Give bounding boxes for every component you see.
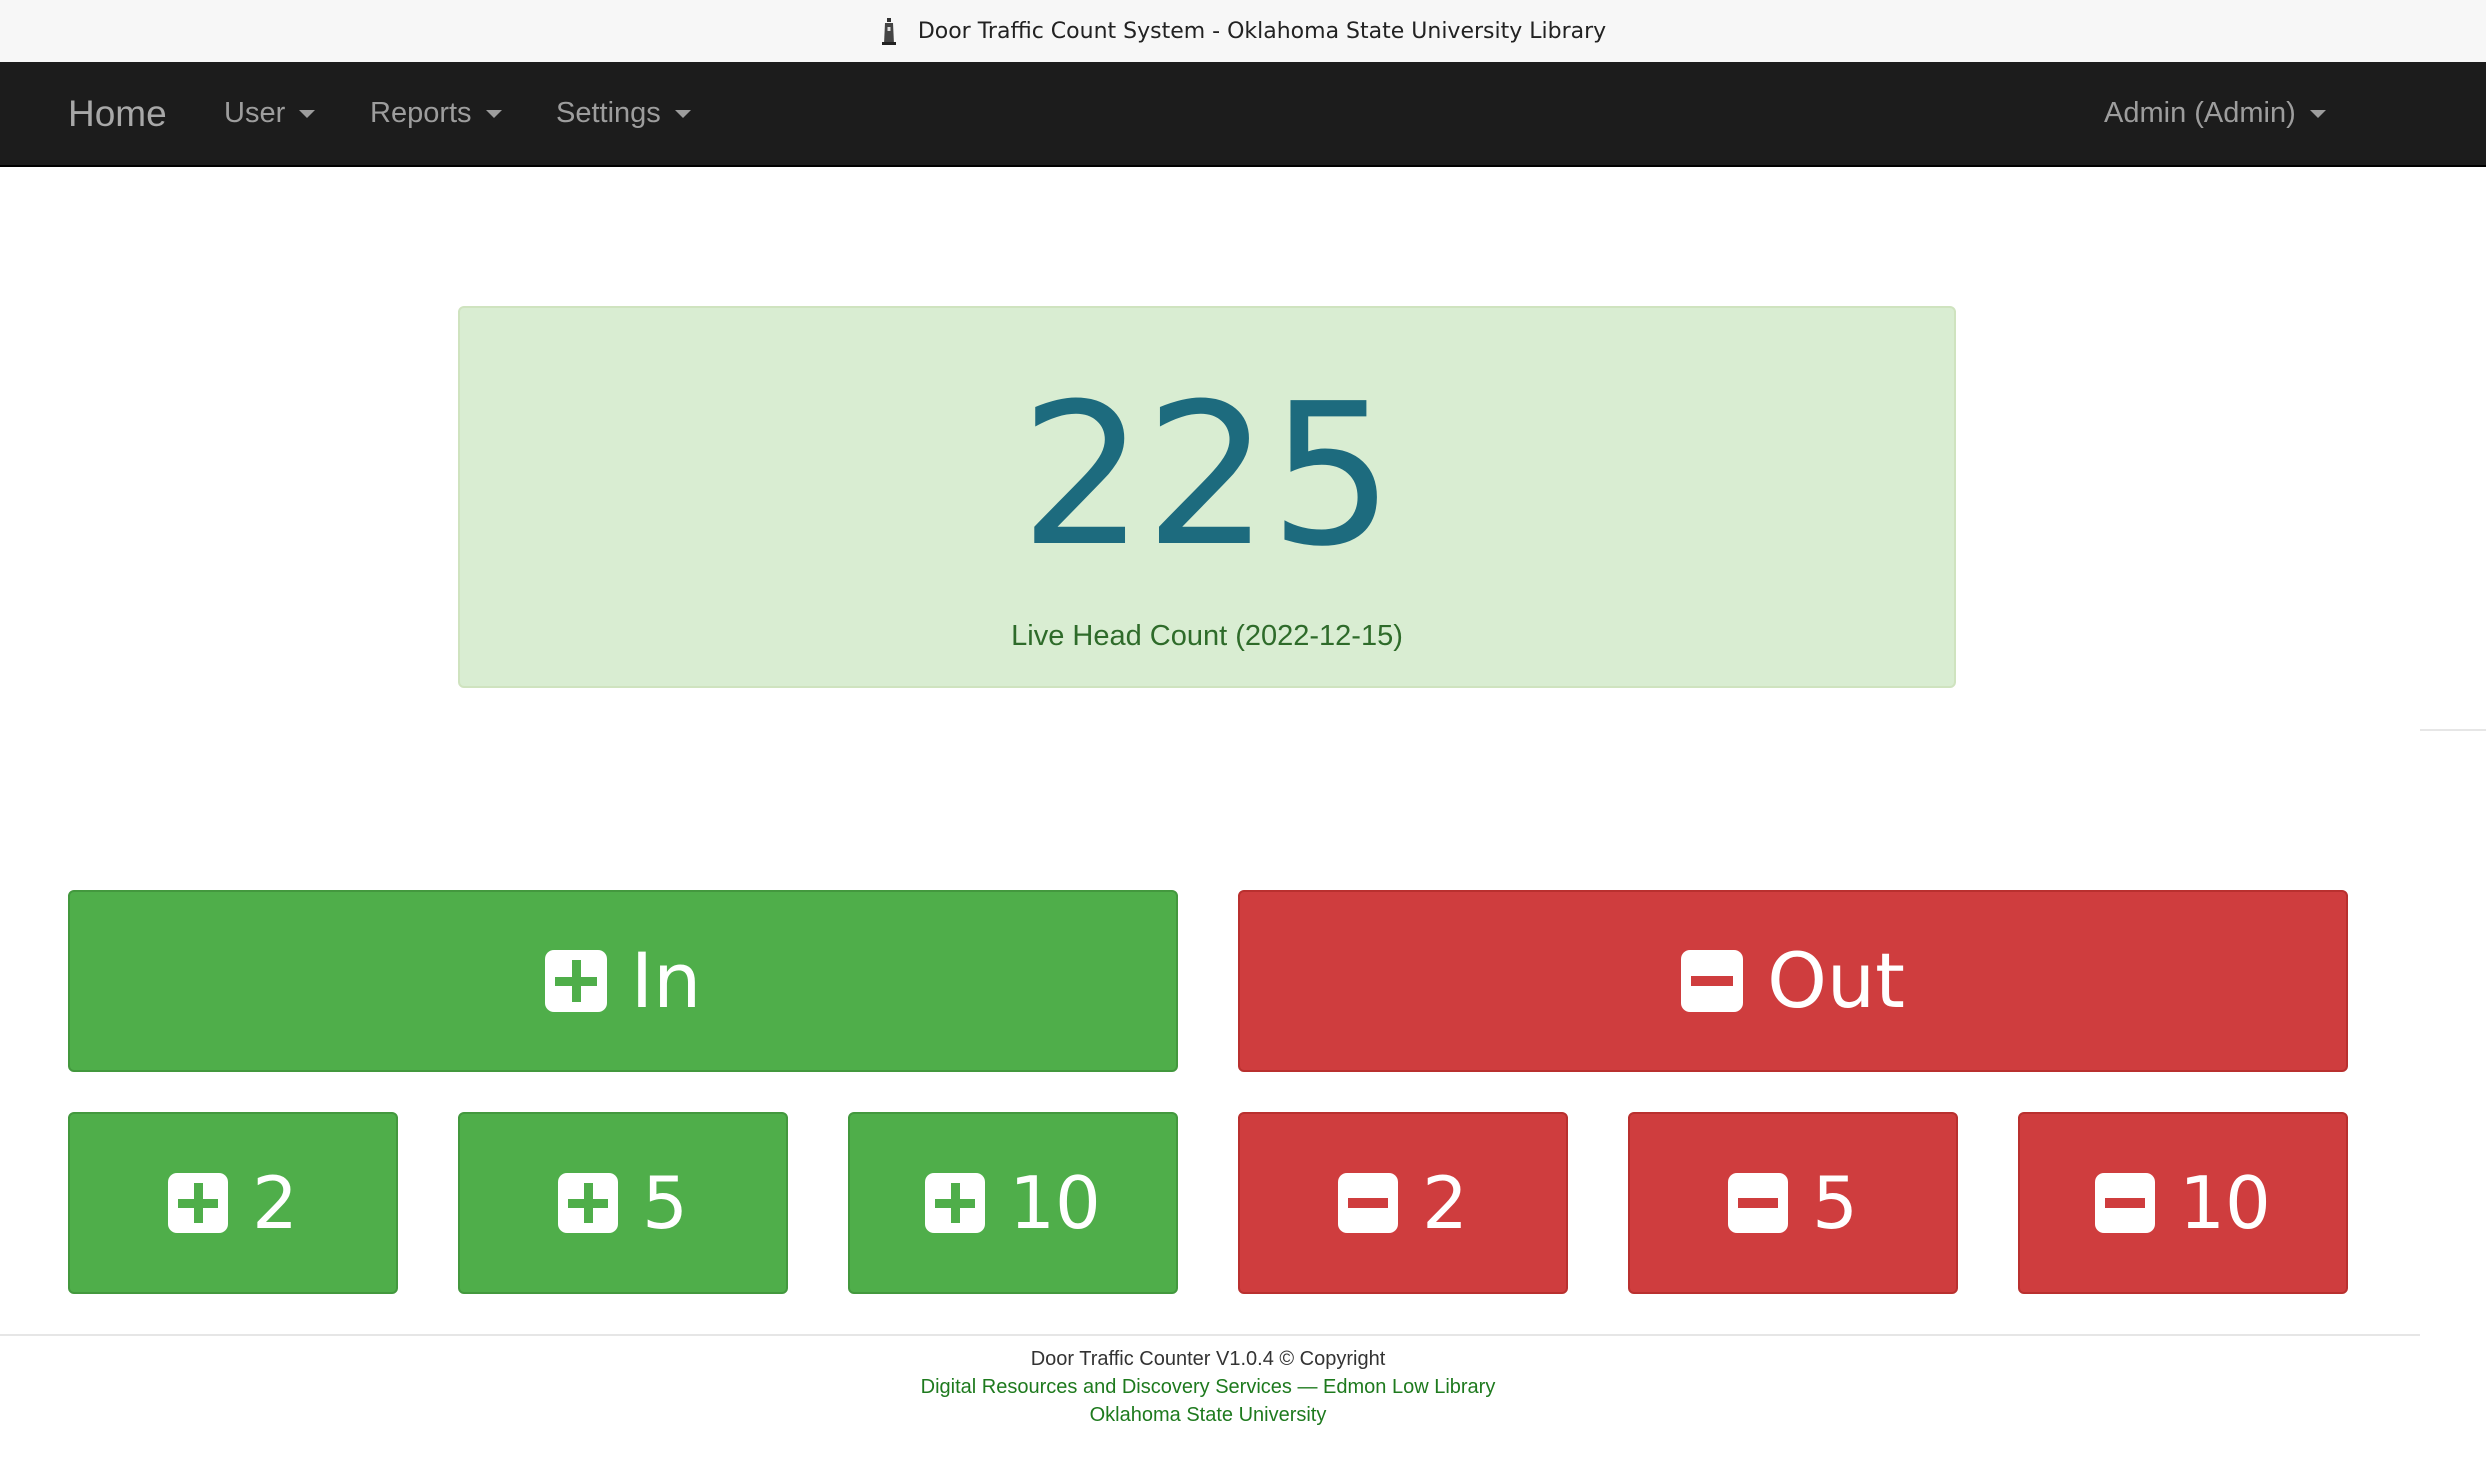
add-5-button[interactable]: 5 — [458, 1112, 788, 1294]
live-head-count: 225 — [1019, 362, 1395, 590]
subtract-10-button[interactable]: 10 — [2018, 1112, 2348, 1294]
nav-user-dropdown[interactable]: User — [224, 62, 316, 165]
add-10-button[interactable]: 10 — [848, 1112, 1178, 1294]
subtract-amount-label: 5 — [1812, 1161, 1858, 1245]
caret-down-icon — [485, 109, 502, 118]
nav-reports-label: Reports — [370, 97, 472, 129]
out-button[interactable]: Out — [1238, 890, 2348, 1072]
caret-down-icon — [299, 109, 316, 118]
nav-account-dropdown[interactable]: Admin (Admin) — [2104, 62, 2326, 165]
nav-settings-label: Settings — [556, 97, 661, 129]
out-button-label: Out — [1767, 936, 1905, 1025]
window-title: Door Traffic Count System - Oklahoma Sta… — [917, 18, 1607, 44]
plus-square-icon — [168, 1173, 229, 1233]
in-button-label: In — [630, 936, 702, 1025]
head-count-label: Live Head Count (2022-12-15) — [1011, 620, 1403, 652]
plus-square-icon — [558, 1173, 619, 1233]
nav-user-label: User — [224, 97, 286, 129]
subtract-5-button[interactable]: 5 — [1628, 1112, 1958, 1294]
footer-university: Oklahoma State University — [1089, 1404, 1327, 1426]
add-amount-label: 10 — [1009, 1161, 1101, 1245]
in-button[interactable]: In — [68, 890, 1178, 1072]
subtract-amount-label: 10 — [2179, 1161, 2271, 1245]
plus-square-icon — [925, 1173, 986, 1233]
minus-square-icon — [2095, 1173, 2156, 1233]
window-title-bar: Door Traffic Count System - Oklahoma Sta… — [0, 0, 2486, 63]
nav-account-label: Admin (Admin) — [2104, 97, 2296, 129]
caret-down-icon — [2309, 109, 2326, 118]
add-2-button[interactable]: 2 — [68, 1112, 398, 1294]
tower-icon — [881, 18, 896, 45]
footer-divider — [0, 1334, 2420, 1336]
footer-version: Door Traffic Counter V1.0.4 © Copyright — [1030, 1348, 1386, 1370]
minus-square-icon — [1681, 950, 1744, 1012]
subtract-2-button[interactable]: 2 — [1238, 1112, 1568, 1294]
minus-square-icon — [1728, 1173, 1789, 1233]
footer-department: Digital Resources and Discovery Services… — [920, 1376, 1496, 1398]
add-amount-label: 5 — [642, 1161, 688, 1245]
minus-square-icon — [1338, 1173, 1399, 1233]
top-navbar: Home User Reports Settings Admin (Admin) — [0, 62, 2486, 167]
plus-square-icon — [544, 950, 607, 1012]
caret-down-icon — [674, 109, 691, 118]
divider — [2420, 729, 2486, 731]
nav-reports-dropdown[interactable]: Reports — [370, 62, 502, 165]
add-amount-label: 2 — [252, 1161, 298, 1245]
nav-home-link[interactable]: Home — [68, 62, 167, 165]
head-count-panel: 225 Live Head Count (2022-12-15) — [458, 306, 1956, 688]
nav-settings-dropdown[interactable]: Settings — [556, 62, 691, 165]
subtract-amount-label: 2 — [1422, 1161, 1468, 1245]
